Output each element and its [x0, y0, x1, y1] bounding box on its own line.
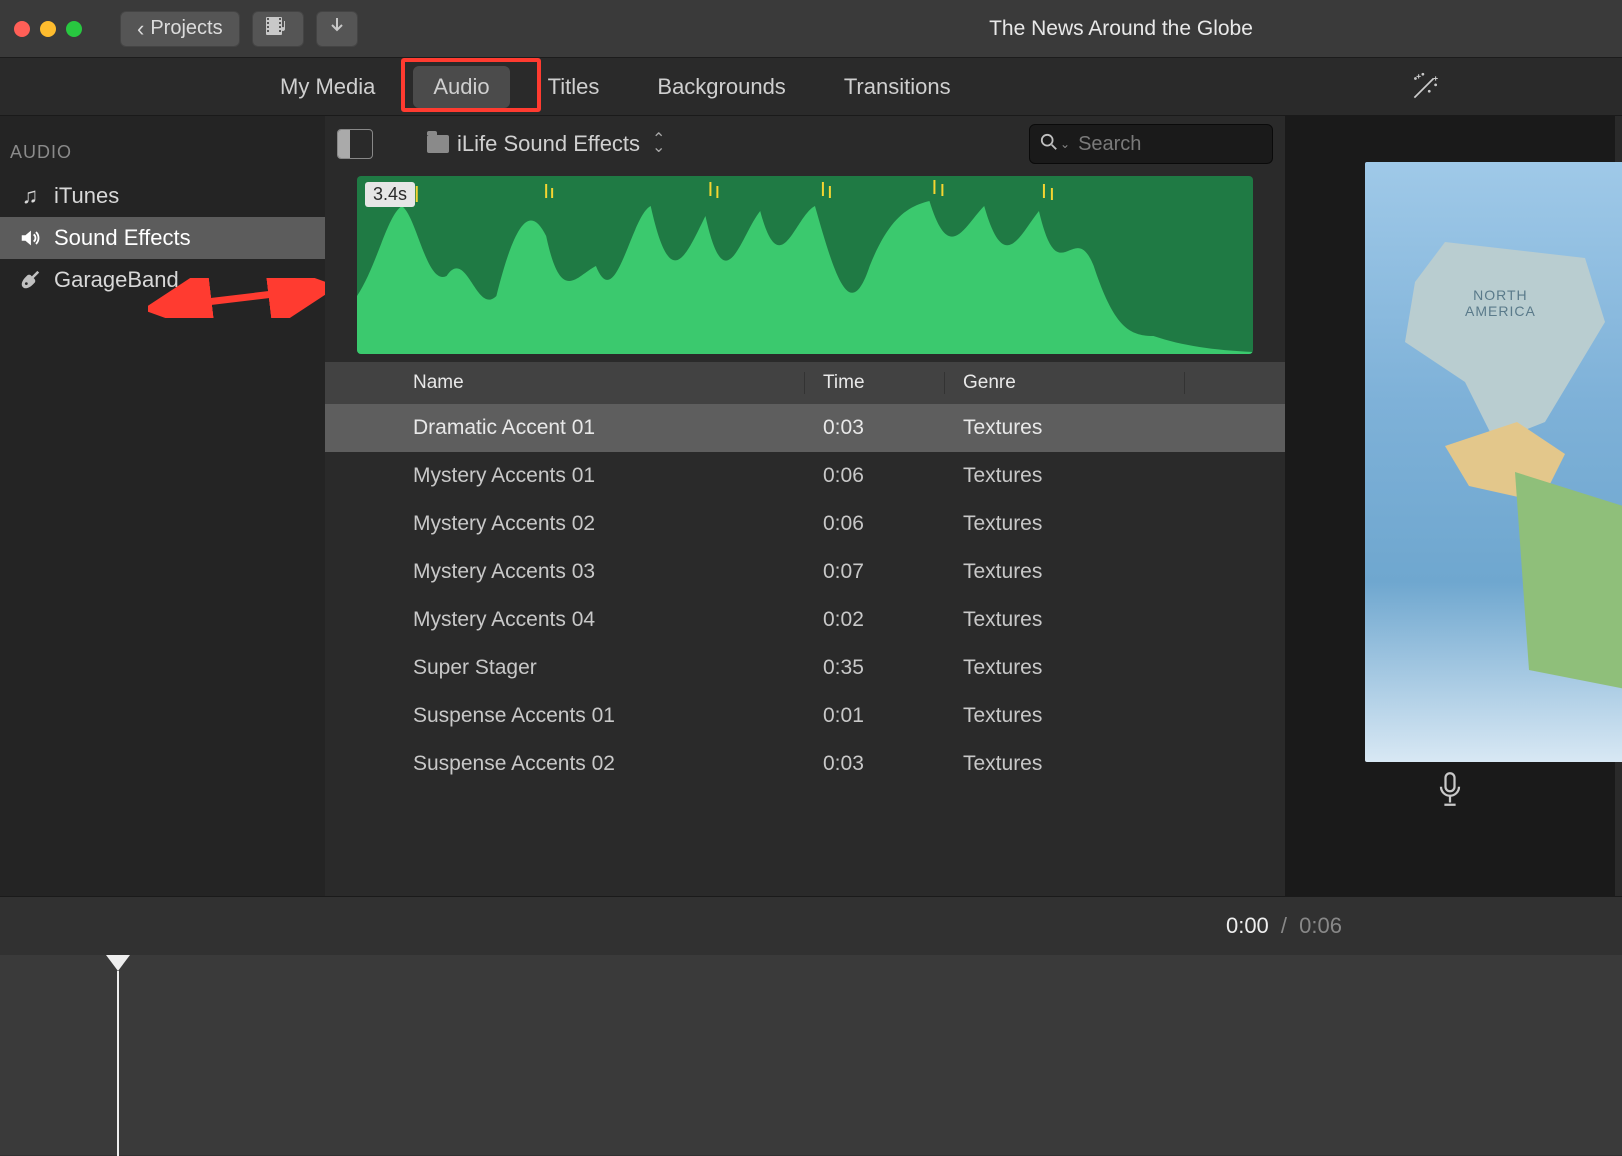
audio-browser: iLife Sound Effects ⌃⌄ ⌄ Search 3.4s — [325, 116, 1285, 896]
cell-genre: Textures — [945, 608, 1185, 632]
sidebar-item-itunes[interactable]: ♫ iTunes — [0, 175, 325, 217]
voiceover-record-button[interactable] — [1436, 771, 1464, 812]
audio-sidebar: AUDIO ♫ iTunes Sound Effects GarageBand — [0, 116, 325, 896]
main-area: AUDIO ♫ iTunes Sound Effects GarageBand — [0, 116, 1622, 896]
playhead[interactable] — [118, 955, 130, 1156]
cell-genre: Textures — [945, 560, 1185, 584]
cell-time: 0:07 — [805, 560, 945, 584]
playhead-handle-icon — [106, 955, 130, 971]
waveform-preview[interactable]: 3.4s — [357, 176, 1253, 354]
cell-genre: Textures — [945, 704, 1185, 728]
annotation-arrow — [148, 278, 338, 318]
time-readout: 0:00 / 0:06 — [1226, 913, 1342, 939]
sidebar-item-label: iTunes — [54, 183, 119, 209]
time-current: 0:00 — [1226, 913, 1269, 938]
chevron-left-icon: ‹ — [137, 16, 144, 42]
cell-genre: Textures — [945, 752, 1185, 776]
cell-time: 0:03 — [805, 752, 945, 776]
playhead-line — [117, 971, 119, 1156]
cell-name: Suspense Accents 02 — [395, 752, 805, 776]
col-genre[interactable]: Genre — [945, 372, 1185, 394]
map-label: NORTH AMERICA — [1465, 287, 1536, 319]
map-landmass — [1515, 472, 1622, 692]
table-header: Name Time Genre — [325, 362, 1285, 404]
sidebar-header: AUDIO — [0, 132, 325, 175]
table-row[interactable]: Mystery Accents 040:02Textures — [325, 596, 1285, 644]
projects-label: Projects — [150, 17, 222, 40]
browser-header: iLife Sound Effects ⌃⌄ ⌄ Search — [325, 116, 1285, 172]
cell-time: 0:06 — [805, 512, 945, 536]
cell-genre: Textures — [945, 464, 1185, 488]
col-time[interactable]: Time — [805, 372, 945, 394]
table-row[interactable]: Super Stager0:35Textures — [325, 644, 1285, 692]
sidebar-item-label: Sound Effects — [54, 225, 191, 251]
cell-name: Mystery Accents 03 — [395, 560, 805, 584]
search-input[interactable]: ⌄ Search — [1029, 124, 1273, 164]
cell-name: Suspense Accents 01 — [395, 704, 805, 728]
tab-my-media[interactable]: My Media — [260, 66, 395, 108]
filmstrip-music-icon — [265, 17, 291, 41]
cell-name: Mystery Accents 04 — [395, 608, 805, 632]
waveform-graphic — [357, 176, 1253, 354]
audio-table: Name Time Genre Dramatic Accent 010:03Te… — [325, 362, 1285, 896]
download-arrow-icon — [329, 17, 345, 41]
table-row[interactable]: Suspense Accents 020:03Textures — [325, 740, 1285, 788]
table-row[interactable]: Mystery Accents 010:06Textures — [325, 452, 1285, 500]
library-name: iLife Sound Effects — [457, 131, 640, 157]
cell-name: Mystery Accents 01 — [395, 464, 805, 488]
enhance-wand-button[interactable] — [1408, 70, 1442, 111]
table-row[interactable]: Suspense Accents 010:01Textures — [325, 692, 1285, 740]
search-placeholder: Search — [1078, 133, 1141, 156]
cell-genre: Textures — [945, 512, 1185, 536]
map-landmass — [1405, 242, 1605, 442]
timeline-track[interactable] — [0, 955, 1622, 1155]
fullscreen-window-button[interactable] — [66, 21, 82, 37]
time-separator: / — [1281, 913, 1287, 938]
tab-audio[interactable]: Audio — [413, 66, 509, 108]
cell-time: 0:35 — [805, 656, 945, 680]
table-row[interactable]: Mystery Accents 030:07Textures — [325, 548, 1285, 596]
col-name[interactable]: Name — [395, 372, 805, 394]
library-dropdown[interactable]: iLife Sound Effects ⌃⌄ — [427, 131, 665, 157]
close-window-button[interactable] — [14, 21, 30, 37]
cell-name: Mystery Accents 02 — [395, 512, 805, 536]
cell-genre: Textures — [945, 416, 1185, 440]
search-icon — [1040, 133, 1058, 156]
cell-time: 0:03 — [805, 416, 945, 440]
minimize-window-button[interactable] — [40, 21, 56, 37]
table-body: Dramatic Accent 010:03TexturesMystery Ac… — [325, 404, 1285, 788]
tab-transitions[interactable]: Transitions — [824, 66, 971, 108]
music-note-icon: ♫ — [18, 183, 42, 209]
sort-updown-icon: ⌃⌄ — [652, 136, 665, 152]
titlebar: ‹ Projects The News Around the Globe — [0, 0, 1622, 58]
folder-icon — [427, 135, 449, 153]
cell-time: 0:01 — [805, 704, 945, 728]
sidebar-toggle-button[interactable] — [337, 129, 373, 159]
projects-back-button[interactable]: ‹ Projects — [120, 11, 240, 47]
speaker-icon — [18, 227, 42, 249]
time-total: 0:06 — [1299, 913, 1342, 938]
table-row[interactable]: Dramatic Accent 010:03Textures — [325, 404, 1285, 452]
chevron-down-icon: ⌄ — [1060, 137, 1070, 151]
window-controls — [14, 21, 82, 37]
table-row[interactable]: Mystery Accents 020:06Textures — [325, 500, 1285, 548]
guitar-icon — [18, 269, 42, 291]
timeline-area: 0:00 / 0:06 — [0, 896, 1622, 1156]
browser-tabs: My Media Audio Titles Backgrounds Transi… — [0, 58, 1622, 116]
cell-genre: Textures — [945, 656, 1185, 680]
preview-panel: NORTH AMERICA — [1285, 116, 1615, 896]
tab-titles[interactable]: Titles — [528, 66, 620, 108]
preview-viewer[interactable]: NORTH AMERICA — [1365, 162, 1622, 762]
project-title: The News Around the Globe — [989, 17, 1253, 41]
sidebar-item-sound-effects[interactable]: Sound Effects — [0, 217, 325, 259]
cell-name: Super Stager — [395, 656, 805, 680]
cell-time: 0:06 — [805, 464, 945, 488]
theater-button[interactable] — [252, 11, 304, 47]
cell-time: 0:02 — [805, 608, 945, 632]
tab-backgrounds[interactable]: Backgrounds — [637, 66, 805, 108]
import-button[interactable] — [316, 11, 358, 47]
waveform-duration-badge: 3.4s — [365, 182, 415, 207]
cell-name: Dramatic Accent 01 — [395, 416, 805, 440]
